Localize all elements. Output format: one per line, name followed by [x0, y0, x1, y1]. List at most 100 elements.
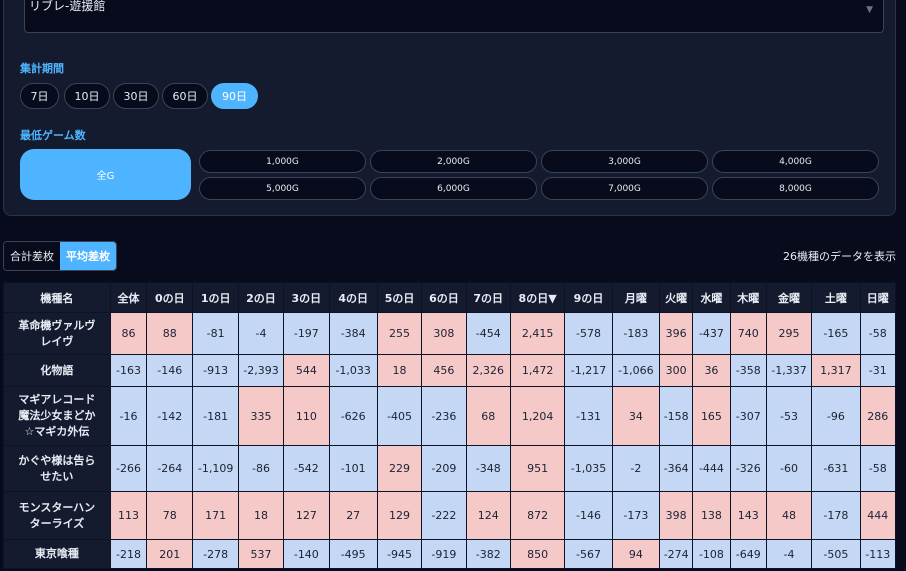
diff-value-cell: -307: [729, 386, 767, 446]
min-games-option[interactable]: 6,000G: [370, 177, 537, 200]
column-header[interactable]: 0の日: [146, 282, 194, 313]
min-games-option[interactable]: 8,000G: [712, 177, 879, 200]
diff-value-cell: -108: [692, 539, 731, 569]
diff-value-cell: 444: [859, 491, 897, 540]
diff-value-cell: -405: [376, 386, 423, 446]
min-games-option[interactable]: 7,000G: [541, 177, 708, 200]
diff-value-cell: 18: [237, 491, 285, 540]
period-option[interactable]: 10日: [64, 83, 110, 109]
diff-value-cell: 94: [611, 539, 661, 569]
diff-value-cell: 2,326: [465, 354, 511, 387]
table-row: 化物語 -163 -146 -913 -2,393 544 -1,033 18 456 2,326…: [3, 354, 897, 387]
diff-value-cell: 88: [146, 312, 194, 355]
machine-name-cell: 東京喰種: [3, 539, 111, 569]
diff-value-cell: -266: [109, 445, 148, 492]
diff-value-cell: 127: [283, 491, 330, 540]
column-header[interactable]: 7の日: [465, 282, 511, 313]
diff-value-cell: -382: [465, 539, 511, 569]
diff-value-cell: -173: [611, 491, 661, 540]
diff-value-cell: 1,204: [509, 386, 566, 446]
diff-value-cell: 68: [465, 386, 511, 446]
column-header[interactable]: 木曜: [729, 282, 767, 313]
diff-value-cell: 124: [465, 491, 511, 540]
table-row: 革命機ヴァルヴ レイヴ 86 88 -81 -4 -197 -384 255 308 -454 2,4…: [3, 312, 897, 355]
diff-value-cell: 255: [376, 312, 423, 355]
diff-value-cell: -178: [811, 491, 861, 540]
diff-value-cell: -1,217: [564, 354, 613, 387]
diff-value-cell: 229: [376, 445, 423, 492]
machine-name-cell: かぐや様は告ら せたい: [3, 445, 111, 492]
diff-value-cell: 27: [328, 491, 378, 540]
diff-value-cell: -444: [692, 445, 731, 492]
diff-value-cell: -236: [421, 386, 467, 446]
column-header[interactable]: 9の日: [564, 282, 613, 313]
min-games-option[interactable]: 2,000G: [370, 150, 537, 173]
min-games-option[interactable]: 3,000G: [541, 150, 708, 173]
machine-diff-table: 機種名 全体 0の日 1の日 2の日 3の日 4の日 5の日 6の日 7の日 8の日▼ 9の日 月曜 火曜…: [3, 282, 897, 569]
table-row: モンスターハン ターライズ 113 78 171 18 127 27 129 -222 124 872…: [3, 491, 897, 540]
diff-value-cell: -146: [146, 354, 194, 387]
column-header[interactable]: 2の日: [237, 282, 285, 313]
avg-diff-tab[interactable]: 平均差枚: [60, 242, 116, 270]
diff-value-cell: -140: [283, 539, 330, 569]
column-header[interactable]: 月曜: [611, 282, 661, 313]
column-header[interactable]: 4の日: [328, 282, 378, 313]
column-header[interactable]: 1の日: [192, 282, 239, 313]
diff-value-cell: -31: [859, 354, 897, 387]
total-diff-tab[interactable]: 合計差枚: [4, 242, 60, 270]
venue-select-value: リブレ-遊援館: [29, 0, 106, 13]
diff-value-cell: -58: [859, 312, 897, 355]
column-header-name[interactable]: 機種名: [3, 282, 111, 313]
diff-value-cell: -913: [192, 354, 239, 387]
column-header[interactable]: 6の日: [421, 282, 467, 313]
column-header[interactable]: 5の日: [376, 282, 423, 313]
period-option[interactable]: 30日: [113, 83, 159, 109]
diff-value-cell: 78: [146, 491, 194, 540]
column-header[interactable]: 水曜: [692, 282, 731, 313]
min-games-all-button[interactable]: 全G: [20, 149, 191, 200]
column-header[interactable]: 8の日▼: [509, 282, 566, 313]
period-option[interactable]: 60日: [162, 83, 208, 109]
diff-value-cell: 110: [283, 386, 330, 446]
table-row: 東京喰種 -218 201 -278 537 -140 -495 -945 -919 -382 85…: [3, 539, 897, 569]
column-header[interactable]: 火曜: [659, 282, 694, 313]
diff-value-cell: 138: [692, 491, 731, 540]
period-option[interactable]: 7日: [20, 83, 59, 109]
diff-value-cell: 295: [765, 312, 813, 355]
diff-value-cell: 1,317: [811, 354, 861, 387]
diff-value-cell: -53: [765, 386, 813, 446]
column-header[interactable]: 日曜: [859, 282, 897, 313]
result-count: 26機種のデータを表示: [783, 250, 896, 263]
diff-value-cell: -2: [611, 445, 661, 492]
column-header[interactable]: 土曜: [811, 282, 861, 313]
column-header[interactable]: 3の日: [283, 282, 330, 313]
diff-value-cell: -542: [283, 445, 330, 492]
venue-select[interactable]: リブレ-遊援館 ▼: [24, 0, 884, 33]
period-option[interactable]: 90日: [211, 83, 258, 109]
diff-value-cell: -4: [765, 539, 813, 569]
diff-value-cell: -165: [811, 312, 861, 355]
min-games-option[interactable]: 5,000G: [199, 177, 366, 200]
diff-view-toggle: 合計差枚 平均差枚: [3, 241, 117, 271]
diff-value-cell: 86: [109, 312, 148, 355]
diff-value-cell: 143: [729, 491, 767, 540]
diff-value-cell: 537: [237, 539, 285, 569]
diff-value-cell: 951: [509, 445, 566, 492]
diff-value-cell: -578: [564, 312, 613, 355]
diff-value-cell: 740: [729, 312, 767, 355]
chevron-down-icon: ▼: [866, 5, 873, 15]
column-header[interactable]: 金曜: [765, 282, 813, 313]
diff-value-cell: -101: [328, 445, 378, 492]
diff-value-cell: -1,337: [765, 354, 813, 387]
diff-value-cell: -60: [765, 445, 813, 492]
column-header[interactable]: 全体: [109, 282, 148, 313]
diff-value-cell: -274: [659, 539, 694, 569]
diff-value-cell: -505: [811, 539, 861, 569]
diff-value-cell: -1,035: [564, 445, 613, 492]
diff-value-cell: -96: [811, 386, 861, 446]
min-games-option[interactable]: 1,000G: [199, 150, 366, 173]
diff-value-cell: 129: [376, 491, 423, 540]
min-games-option[interactable]: 4,000G: [712, 150, 879, 173]
diff-value-cell: -142: [146, 386, 194, 446]
diff-value-cell: 18: [376, 354, 423, 387]
